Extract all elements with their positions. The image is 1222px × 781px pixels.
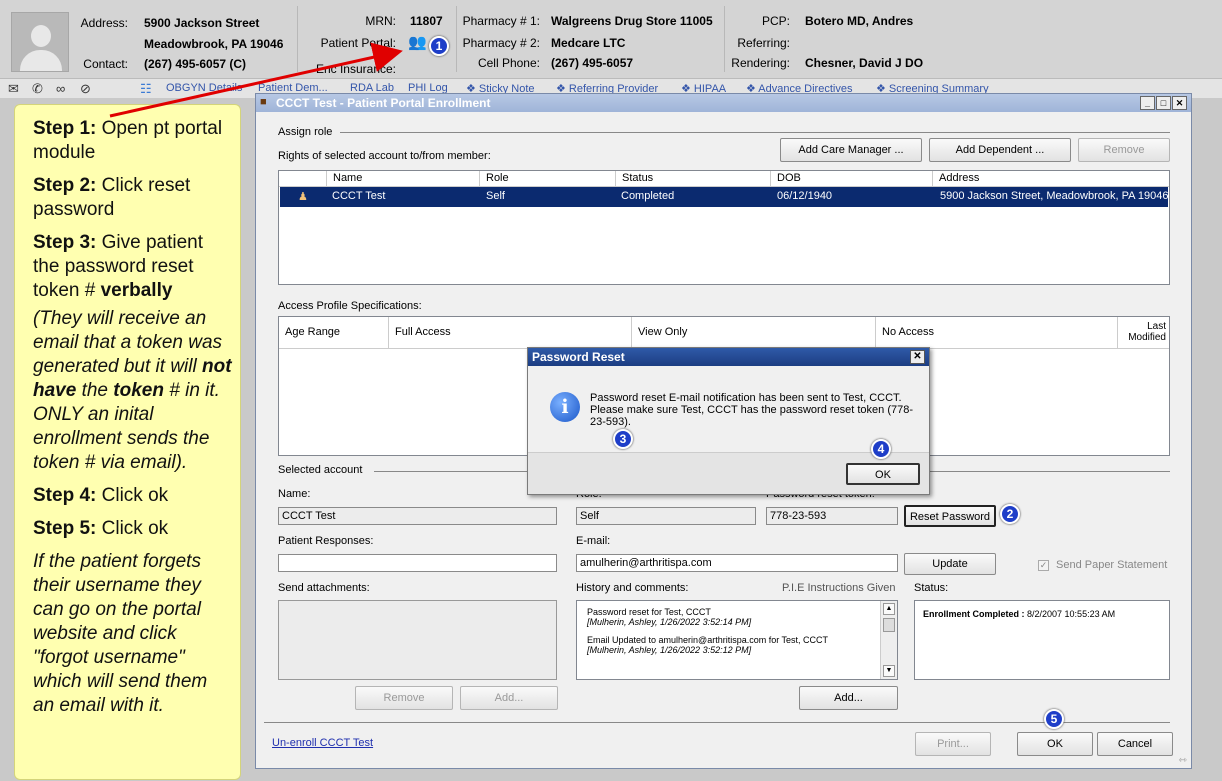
step-badge-2: 2 bbox=[1000, 504, 1020, 524]
step-badge-3: 3 bbox=[613, 429, 633, 449]
step-badge-1: 1 bbox=[429, 36, 449, 56]
step-badge-5: 5 bbox=[1044, 709, 1064, 729]
step-badge-4: 4 bbox=[871, 439, 891, 459]
red-arrow-icon bbox=[109, 42, 403, 118]
